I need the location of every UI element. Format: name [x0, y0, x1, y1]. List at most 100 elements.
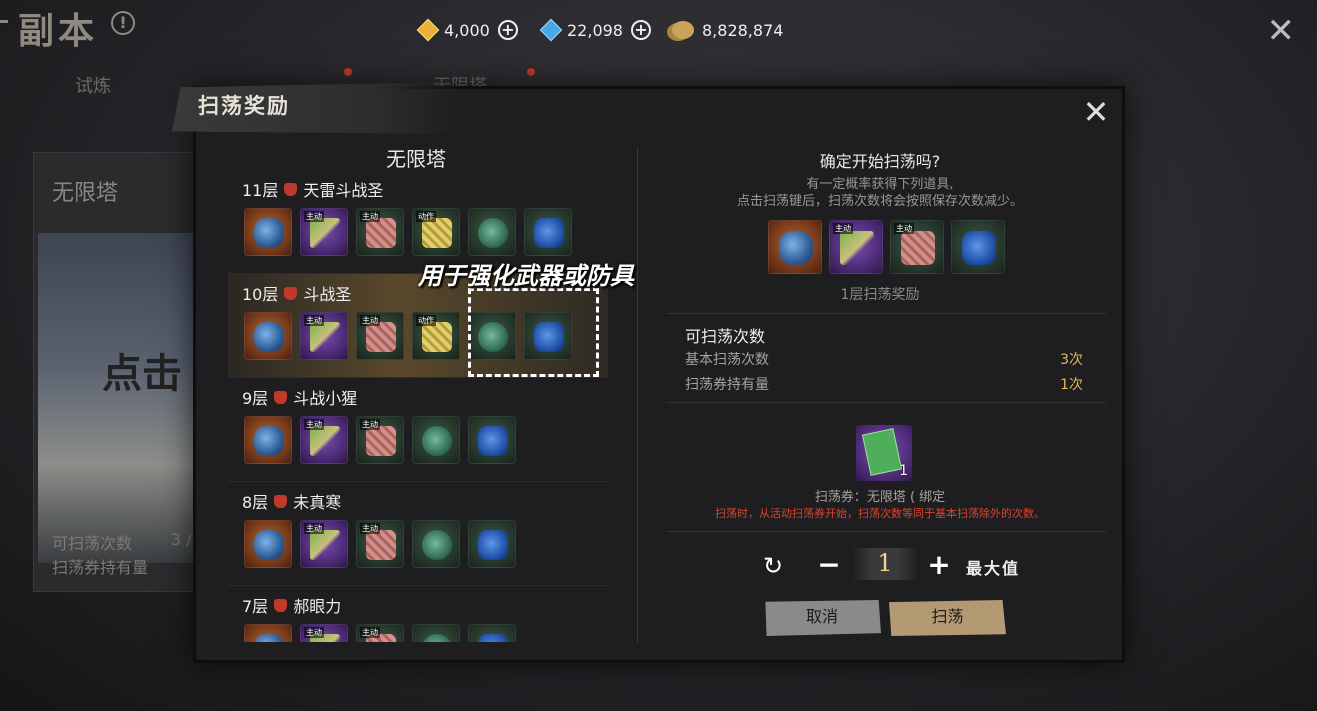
add-blue-gem-button[interactable]: + — [630, 20, 651, 40]
item-tag: 主动 — [360, 211, 380, 222]
reward-item[interactable] — [412, 520, 460, 568]
jade-icon — [422, 530, 452, 560]
floor-label: 8层 未真寒 — [242, 489, 341, 513]
increase-button[interactable]: + — [926, 551, 952, 579]
reward-item[interactable]: 主动 — [300, 416, 348, 464]
reward-item[interactable]: 主动 — [356, 520, 404, 568]
jade-icon — [422, 426, 452, 456]
reward-item[interactable]: 主动 — [300, 208, 348, 256]
item-tag: 主动 — [304, 315, 324, 326]
reward-item[interactable] — [468, 520, 516, 568]
boss-name: 斗战圣 — [303, 285, 352, 304]
reset-icon[interactable]: ↻ — [760, 553, 786, 579]
floor-number: 7层 — [242, 597, 269, 616]
item-tag: 主动 — [894, 223, 914, 234]
reward-item[interactable] — [244, 520, 292, 568]
floor-rewards: 主动 主动 — [244, 624, 516, 642]
pink-icon — [366, 530, 396, 560]
cancel-button[interactable]: 取消 — [765, 600, 881, 636]
reward-item[interactable] — [244, 312, 292, 360]
item-tag: 动作 — [416, 315, 436, 326]
item-tooltip: 用于强化武器或防具 — [418, 262, 634, 290]
crystal-icon — [478, 634, 508, 642]
floor-number: 8层 — [242, 493, 269, 512]
boss-name: 郝眼力 — [293, 597, 342, 616]
ticket-icon — [861, 428, 903, 476]
ticket-count: 1 — [899, 463, 908, 479]
floor-label: 11层 天雷斗战圣 — [242, 177, 383, 201]
bag-icon — [254, 322, 284, 352]
tower-card-art-text: 点击 — [102, 350, 182, 397]
currency-gold: 4,000 + — [416, 18, 518, 42]
reward-item[interactable] — [951, 220, 1005, 274]
stick-icon — [310, 218, 340, 248]
reward-item[interactable]: 动作 — [412, 208, 460, 256]
reward-item[interactable] — [468, 208, 516, 256]
reward-item[interactable] — [244, 208, 292, 256]
jade-icon — [422, 634, 452, 642]
reward-item[interactable] — [412, 416, 460, 464]
divider — [666, 402, 1106, 403]
sweep-ticket-item[interactable]: 1 — [856, 425, 912, 481]
reward-item[interactable]: 主动 — [890, 220, 944, 274]
tickets-held-value: 1次 — [1060, 377, 1083, 393]
reward-item[interactable] — [468, 416, 516, 464]
ticket-label: 扫荡券：无限塔 ( 绑定 — [814, 490, 946, 505]
add-gold-button[interactable]: + — [497, 20, 518, 40]
reward-item[interactable] — [244, 624, 292, 642]
info-icon[interactable]: ! — [111, 11, 135, 35]
reward-item[interactable]: 动作 — [412, 312, 460, 360]
blue-gem-amount: 22,098 — [567, 20, 623, 40]
reward-item[interactable]: 主动 — [356, 416, 404, 464]
item-tag: 动作 — [416, 211, 436, 222]
reward-item[interactable]: 主动 — [300, 520, 348, 568]
reward-item[interactable]: 主动 — [300, 624, 348, 642]
jade-icon — [478, 218, 508, 248]
sweep-quantity[interactable]: 1 — [852, 548, 918, 580]
tickets-held-label: 扫荡券持有量 — [685, 377, 769, 393]
boss-icon — [274, 494, 288, 508]
divider — [666, 313, 1106, 314]
basic-sweeps-label: 基本扫荡次数 — [685, 352, 769, 368]
gold-gem-icon — [416, 18, 440, 42]
blue-gem-icon — [539, 18, 563, 42]
boss-icon — [284, 182, 298, 196]
tower-card-title: 无限塔 — [52, 181, 119, 206]
floor-list[interactable]: 11层 天雷斗战圣 主动 主动 动作 10层 斗战圣 主动 主动 动作 9层 斗战小猩 主动 主动 8层 未真… — [228, 170, 608, 642]
reward-item[interactable]: 主动 — [356, 312, 404, 360]
crystal-icon — [962, 231, 996, 265]
dialog-close-icon[interactable]: ✕ — [1080, 96, 1112, 128]
item-tag: 主动 — [360, 315, 380, 326]
reward-item[interactable]: 主动 — [356, 208, 404, 256]
reward-item[interactable] — [244, 416, 292, 464]
sweep-button[interactable]: 扫荡 — [889, 600, 1006, 636]
pink-icon — [366, 426, 396, 456]
reward-item[interactable]: 主动 — [829, 220, 883, 274]
close-icon[interactable]: ✕ — [1267, 14, 1296, 48]
bag-icon — [254, 634, 284, 642]
divider — [666, 531, 1106, 532]
stick-icon — [840, 231, 874, 265]
yellow-icon — [422, 218, 452, 248]
floor-number: 10层 — [242, 285, 279, 304]
reward-item[interactable] — [412, 624, 460, 642]
floor-row: 9层 斗战小猩 主动 主动 — [228, 378, 608, 482]
tab-trial[interactable]: 试炼 — [75, 72, 111, 98]
reward-item[interactable]: 主动 — [300, 312, 348, 360]
reward-item[interactable] — [524, 208, 572, 256]
floor-rewards: 主动 主动 — [244, 520, 516, 568]
reward-item[interactable] — [768, 220, 822, 274]
basic-sweeps-row: 基本扫荡次数 3次 — [685, 349, 1083, 369]
reward-items: 主动 主动 — [768, 220, 1005, 274]
max-button[interactable]: 最大值 — [966, 555, 1020, 579]
floor-row: 8层 未真寒 主动 主动 — [228, 482, 608, 586]
reward-item[interactable]: 主动 — [356, 624, 404, 642]
bg-sweep-count-value: 3 / — [171, 530, 192, 549]
reward-item[interactable] — [468, 624, 516, 642]
coin-amount: 8,828,874 — [702, 20, 784, 40]
sweep-count-title: 可扫荡次数 — [685, 327, 766, 346]
gold-amount: 4,000 — [444, 20, 490, 40]
decrease-button[interactable]: − — [816, 551, 842, 579]
boss-icon — [274, 598, 288, 612]
item-tag: 主动 — [360, 627, 380, 638]
